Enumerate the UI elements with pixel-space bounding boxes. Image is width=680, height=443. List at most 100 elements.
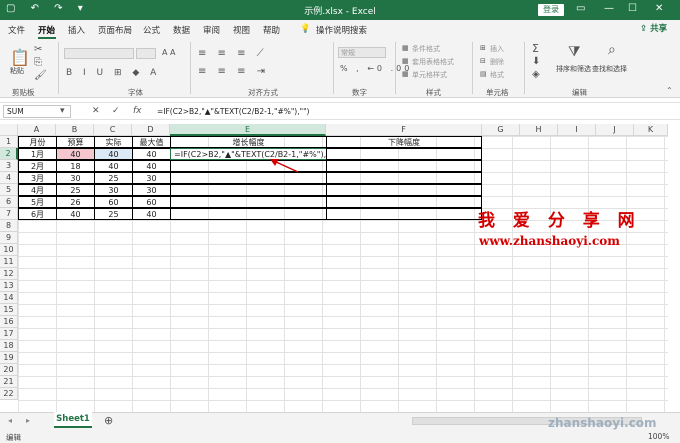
format-cells-icon[interactable]: ▤ <box>480 70 487 78</box>
tab-view[interactable]: 视图 <box>233 24 250 36</box>
grow-font-icon[interactable]: A A <box>162 48 176 57</box>
table-cell[interactable] <box>170 184 327 196</box>
row-header[interactable]: 2 <box>0 148 18 160</box>
table-cell[interactable] <box>170 172 327 184</box>
zoom-level[interactable]: 100% <box>648 432 669 441</box>
column-header[interactable]: A <box>18 124 56 136</box>
login-button[interactable]: 登录 <box>538 4 564 16</box>
row-header[interactable]: 18 <box>0 340 18 352</box>
row-header[interactable]: 20 <box>0 364 18 376</box>
delete-cells-button[interactable]: 删除 <box>490 57 504 67</box>
table-cell[interactable]: 25 <box>94 172 133 184</box>
column-header[interactable]: E <box>170 124 326 136</box>
add-sheet-icon[interactable]: ⊕ <box>104 414 113 427</box>
table-cell[interactable]: 40 <box>132 160 171 172</box>
row-header[interactable]: 19 <box>0 352 18 364</box>
row-header[interactable]: 16 <box>0 316 18 328</box>
header-cell[interactable]: 实际 <box>94 136 133 148</box>
format-painter-icon[interactable]: 🖌 <box>34 70 47 81</box>
close-icon[interactable]: ✕ <box>655 3 663 14</box>
chevron-down-icon[interactable]: ▾ <box>60 106 65 116</box>
sort-filter-button[interactable]: 排序和筛选 <box>556 64 591 74</box>
cell-styles-button[interactable]: 单元格样式 <box>412 70 447 80</box>
table-cell[interactable]: 5月 <box>18 196 57 208</box>
header-cell[interactable]: 增长幅度 <box>170 136 327 148</box>
paste-icon[interactable]: 📋 <box>10 48 30 67</box>
ribbon-display-icon[interactable]: ▭ <box>576 3 585 14</box>
format-table-icon[interactable]: ▦ <box>402 57 409 65</box>
format-cells-button[interactable]: 格式 <box>490 70 504 80</box>
row-header[interactable]: 17 <box>0 328 18 340</box>
tab-file[interactable]: 文件 <box>8 24 25 36</box>
table-cell[interactable]: 3月 <box>18 172 57 184</box>
column-header[interactable]: I <box>558 124 596 136</box>
header-cell[interactable]: 月份 <box>18 136 57 148</box>
table-cell[interactable]: 30 <box>132 172 171 184</box>
row-header[interactable]: 10 <box>0 244 18 256</box>
collapse-ribbon-icon[interactable]: ⌃ <box>666 86 673 95</box>
clear-icon[interactable]: ◈ <box>532 69 540 80</box>
cell-styles-icon[interactable]: ▦ <box>402 70 409 78</box>
table-cell[interactable]: 18 <box>56 160 95 172</box>
row-header[interactable]: 14 <box>0 292 18 304</box>
table-cell[interactable] <box>170 196 327 208</box>
header-cell[interactable]: 最大值 <box>132 136 171 148</box>
cut-icon[interactable]: ✂ <box>34 44 42 55</box>
autosum-icon[interactable]: Σ <box>532 42 539 55</box>
table-cell[interactable] <box>326 184 482 196</box>
column-header[interactable]: K <box>634 124 668 136</box>
format-table-button[interactable]: 套用表格格式 <box>412 57 454 67</box>
find-select-button[interactable]: 查找和选择 <box>592 64 627 74</box>
table-cell[interactable]: 25 <box>94 208 133 220</box>
insert-cells-icon[interactable]: ⊞ <box>480 44 486 52</box>
find-select-icon[interactable]: ⌕ <box>608 42 616 58</box>
row-header[interactable]: 13 <box>0 280 18 292</box>
sheet-nav-prev-icon[interactable]: ◂ <box>8 416 12 425</box>
table-cell[interactable]: 25 <box>56 184 95 196</box>
formula-input[interactable]: =IF(C2>B2,"▲"&TEXT(C2/B2-1,"#%"),"") <box>157 107 309 116</box>
row-header[interactable]: 7 <box>0 208 18 220</box>
row-header[interactable]: 1 <box>0 136 18 148</box>
row-header[interactable]: 5 <box>0 184 18 196</box>
table-cell[interactable]: 40 <box>132 208 171 220</box>
column-header[interactable]: D <box>132 124 170 136</box>
table-cell[interactable]: 30 <box>56 172 95 184</box>
delete-cells-icon[interactable]: ⊟ <box>480 57 486 65</box>
column-header[interactable]: B <box>56 124 94 136</box>
row-header[interactable]: 15 <box>0 304 18 316</box>
table-cell[interactable]: 40 <box>56 148 95 160</box>
insert-function-icon[interactable]: fx <box>133 106 142 116</box>
cancel-icon[interactable]: ✕ <box>92 106 100 116</box>
table-cell[interactable]: 6月 <box>18 208 57 220</box>
table-cell[interactable]: 4月 <box>18 184 57 196</box>
minimize-icon[interactable]: — <box>604 3 614 14</box>
tab-insert[interactable]: 插入 <box>68 24 85 36</box>
table-cell[interactable] <box>170 208 327 220</box>
table-cell[interactable]: 30 <box>94 184 133 196</box>
table-cell[interactable] <box>326 160 482 172</box>
tab-page-layout[interactable]: 页面布局 <box>98 24 132 36</box>
table-cell[interactable]: 26 <box>56 196 95 208</box>
font-style-icons[interactable]: B I U ⊞ ◆ A <box>66 68 160 78</box>
column-header[interactable]: F <box>326 124 482 136</box>
table-cell[interactable]: 40 <box>94 148 133 160</box>
enter-icon[interactable]: ✓ <box>112 106 120 116</box>
table-cell[interactable]: 60 <box>132 196 171 208</box>
select-all-corner[interactable] <box>0 124 18 136</box>
align-top-icons[interactable]: ≡ ≡ ≡ ⟋ <box>198 48 268 59</box>
sort-filter-icon[interactable]: ⧩ <box>568 44 581 60</box>
column-header[interactable]: H <box>520 124 558 136</box>
tab-help[interactable]: 帮助 <box>263 24 280 36</box>
tab-data[interactable]: 数据 <box>173 24 190 36</box>
sheet-tab[interactable]: Sheet1 <box>54 412 92 428</box>
table-cell[interactable]: 30 <box>132 184 171 196</box>
row-header[interactable]: 3 <box>0 160 18 172</box>
row-header[interactable]: 21 <box>0 376 18 388</box>
table-cell[interactable] <box>326 172 482 184</box>
tab-formulas[interactable]: 公式 <box>143 24 160 36</box>
row-header[interactable]: 22 <box>0 388 18 400</box>
tab-review[interactable]: 审阅 <box>203 24 220 36</box>
column-header[interactable]: J <box>596 124 634 136</box>
table-cell[interactable]: 40 <box>132 148 171 160</box>
active-edit-cell[interactable]: =IF(C2>B2,"▲"&TEXT(C2/B2-1,"#%"),"") <box>170 148 327 160</box>
